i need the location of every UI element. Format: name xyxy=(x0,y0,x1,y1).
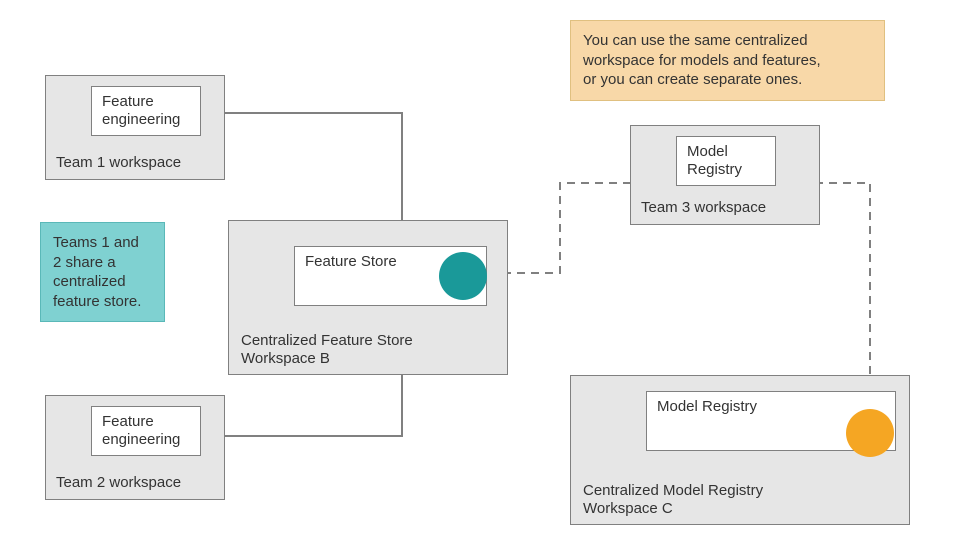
team1-inner-label: Feature engineering xyxy=(102,93,180,128)
team1-workspace: Feature engineering Team 1 workspace xyxy=(45,75,225,180)
feature-store-label: Feature Store xyxy=(305,253,397,270)
team1-label: Team 1 workspace xyxy=(56,154,181,171)
callout-teams-share: Teams 1 and 2 share a centralized featur… xyxy=(40,222,165,322)
team2-workspace: Feature engineering Team 2 workspace xyxy=(45,395,225,500)
team2-inner-label: Feature engineering xyxy=(102,413,180,448)
model-registry-circle-icon xyxy=(846,409,894,457)
team3-workspace: Model Registry Team 3 workspace xyxy=(630,125,820,225)
central-fs-workspace: Feature Store Centralized Feature Store … xyxy=(228,220,508,375)
team2-inner-box: Feature engineering xyxy=(91,406,201,456)
central-mr-label2: Workspace C xyxy=(583,500,673,517)
callout-teal-text: Teams 1 and 2 share a centralized featur… xyxy=(53,234,141,310)
central-fs-label2: Workspace B xyxy=(241,350,330,367)
central-mr-label1: Centralized Model Registry xyxy=(583,482,763,499)
feature-store-circle-icon xyxy=(439,252,487,300)
team3-inner-box: Model Registry xyxy=(676,136,776,186)
team2-label: Team 2 workspace xyxy=(56,474,181,491)
callout-centralized-note: You can use the same centralized workspa… xyxy=(570,20,885,101)
team3-label: Team 3 workspace xyxy=(641,199,766,216)
model-registry-label: Model Registry xyxy=(657,398,757,415)
central-fs-label1: Centralized Feature Store xyxy=(241,332,413,349)
team1-inner-box: Feature engineering xyxy=(91,86,201,136)
team3-inner-label: Model Registry xyxy=(687,143,742,178)
callout-text: You can use the same centralized workspa… xyxy=(583,32,821,88)
central-mr-workspace: Model Registry Centralized Model Registr… xyxy=(570,375,910,525)
